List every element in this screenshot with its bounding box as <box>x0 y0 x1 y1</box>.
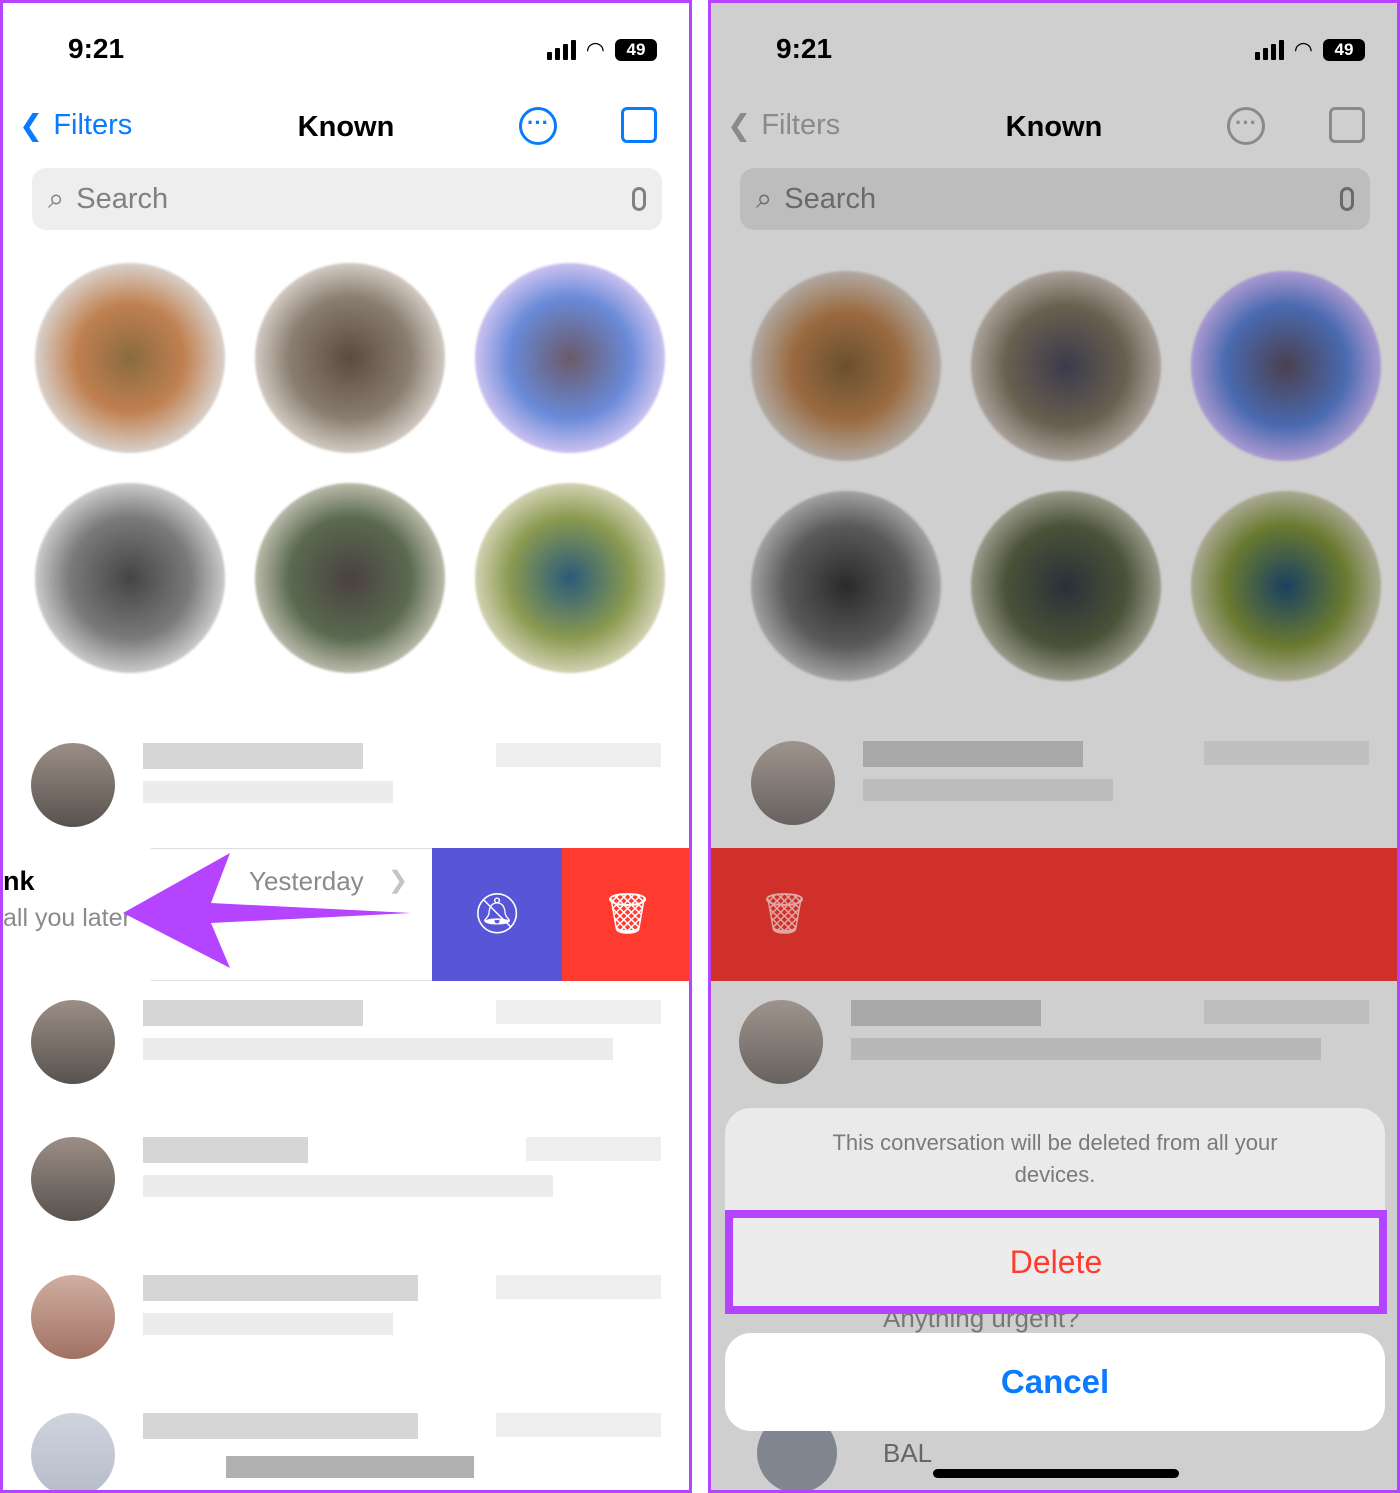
pinned-contact[interactable] <box>475 263 665 453</box>
signal-icon <box>1254 40 1284 60</box>
pinned-contact[interactable] <box>255 263 445 453</box>
nav-bar: ❮ Filters Known ··· <box>3 103 689 153</box>
page-title: Known <box>1005 111 1103 143</box>
pinned-contact[interactable] <box>1191 271 1381 461</box>
delete-confirmation-message: This conversation will be deleted from a… <box>725 1108 1385 1210</box>
status-icons: ◠ 49 <box>1254 37 1365 63</box>
pinned-contact[interactable] <box>35 263 225 453</box>
microphone-icon[interactable] <box>632 187 646 211</box>
status-time: 9:21 <box>776 33 833 64</box>
wifi-icon: ◠ <box>585 37 605 62</box>
pinned-contact[interactable] <box>255 483 445 673</box>
more-options-icon[interactable]: ··· <box>519 107 557 145</box>
conversation-row[interactable] <box>751 729 1369 839</box>
status-time: 9:21 <box>68 33 125 64</box>
mute-button[interactable]: 🔕︎ <box>432 848 562 981</box>
background-row-preview: BAL <box>883 1438 933 1468</box>
search-input[interactable]: ⌕ Search <box>32 168 662 230</box>
page-title: Known <box>297 111 395 143</box>
nav-bar: ❮ Filters Known ··· <box>711 103 1397 153</box>
conversation-row[interactable] <box>739 988 1369 1098</box>
pinned-contact[interactable] <box>35 483 225 673</box>
cancel-button[interactable]: Cancel <box>725 1333 1385 1431</box>
left-screen: 9:21 ◠ 49 ❮ Filters Known ··· ⌕ Search nk… <box>0 0 692 1493</box>
more-options-icon[interactable]: ··· <box>1227 107 1265 145</box>
battery-icon: 49 <box>615 39 657 61</box>
compose-icon[interactable] <box>621 107 657 143</box>
search-input[interactable]: ⌕ Search <box>740 168 1370 230</box>
trash-icon: 🗑︎ <box>759 892 810 936</box>
pinned-contact[interactable] <box>751 271 941 461</box>
pinned-contact[interactable] <box>1191 491 1381 681</box>
trash-icon: 🗑︎ <box>602 892 653 936</box>
pinned-contact[interactable] <box>971 271 1161 461</box>
home-indicator <box>933 1469 1179 1478</box>
status-icons: ◠ 49 <box>546 37 657 63</box>
compose-icon[interactable] <box>1329 107 1365 143</box>
contact-name: nk <box>3 866 35 896</box>
search-icon: ⌕ <box>48 182 65 215</box>
conversation-row[interactable] <box>31 731 661 841</box>
wifi-icon: ◠ <box>1293 37 1313 62</box>
pinned-contact[interactable] <box>475 483 665 673</box>
pinned-contact[interactable] <box>751 491 941 681</box>
conversation-row[interactable] <box>31 1125 661 1235</box>
search-icon: ⌕ <box>756 182 773 215</box>
conversation-row[interactable] <box>31 988 661 1098</box>
swiped-conversation-row[interactable]: nk all you later Yesterday ❯ 🔕︎ 🗑︎ <box>3 848 689 981</box>
right-screen: 9:21 ◠ 49 ❮ Filters Known ··· ⌕ Search 🗑︎… <box>708 0 1400 1493</box>
pinned-contact[interactable] <box>971 491 1161 681</box>
annotation-arrow <box>123 853 411 968</box>
delete-swipe-button[interactable]: 🗑︎ <box>562 848 689 981</box>
delete-button[interactable]: Delete <box>725 1210 1387 1314</box>
delete-row-highlight: 🗑︎ <box>711 848 1397 981</box>
conversation-row[interactable] <box>31 1263 661 1373</box>
microphone-icon[interactable] <box>1340 187 1354 211</box>
conversation-row[interactable] <box>31 1401 661 1490</box>
battery-icon: 49 <box>1323 39 1365 61</box>
bell-slash-icon: 🔕︎ <box>471 892 523 936</box>
signal-icon <box>546 40 576 60</box>
